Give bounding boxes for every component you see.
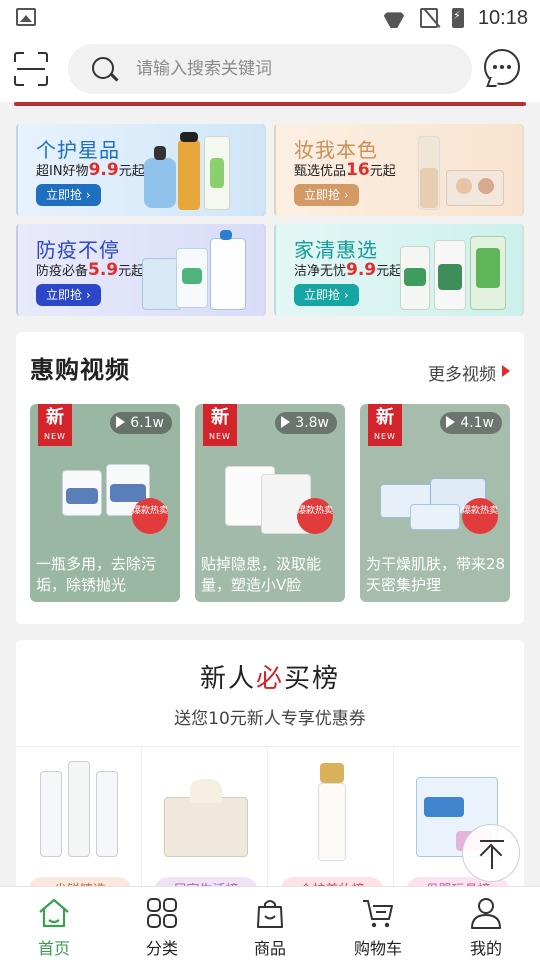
- promo-title: 个护星品: [36, 138, 120, 162]
- tab-home[interactable]: 首页: [0, 887, 108, 960]
- header: [0, 36, 540, 102]
- home-icon: [39, 898, 69, 928]
- arrow-right-icon: [502, 365, 510, 377]
- product-image: [400, 228, 510, 312]
- section-title: 惠购视频: [30, 356, 130, 384]
- tab-label: 商品: [253, 939, 286, 958]
- play-icon: [281, 416, 291, 428]
- bottom-tab-bar: 首页 分类 商品 购物车 我的: [0, 886, 540, 960]
- message-icon[interactable]: [484, 49, 520, 85]
- view-count: 6.1w: [110, 412, 172, 434]
- tab-category[interactable]: 分类: [108, 887, 216, 960]
- promo-tile-makeup[interactable]: 妆我本色 甄选优品16元起 立即抢: [274, 124, 524, 216]
- search-icon: [92, 57, 114, 79]
- promo-title: 妆我本色: [294, 138, 378, 162]
- tab-label: 购物车: [353, 939, 402, 958]
- buy-now-button[interactable]: 立即抢: [36, 284, 101, 306]
- video-card[interactable]: 新 NEW 4.1w 爆款热卖 为干燥肌肤，带来28天密集护理: [360, 404, 510, 602]
- promo-subtitle: 防疫必备5.9元起: [36, 260, 145, 280]
- video-section: 惠购视频 更多视频 新 NEW 6.1w 爆款热卖 一瓶多用，去除污垢，除锈抛光 …: [16, 332, 524, 624]
- buy-now-button[interactable]: 立即抢: [36, 184, 101, 206]
- video-caption: 贴掉隐患，汲取能量，塑造小V脸: [201, 555, 322, 594]
- tab-label: 分类: [145, 939, 178, 958]
- buy-now-button[interactable]: 立即抢: [294, 184, 359, 206]
- tab-label: 首页: [37, 939, 70, 958]
- cart-icon: [363, 900, 393, 928]
- category-icon: [147, 898, 177, 928]
- product-image: [142, 228, 252, 312]
- hot-sale-badge: 爆款热卖: [132, 498, 168, 534]
- back-to-top-button[interactable]: [462, 824, 520, 882]
- product-image: [400, 128, 510, 212]
- video-caption: 一瓶多用，去除污垢，除锈抛光: [36, 555, 157, 594]
- search-bar[interactable]: [68, 44, 472, 94]
- no-sim-icon: [419, 8, 438, 28]
- tab-cart[interactable]: 购物车: [324, 887, 432, 960]
- tab-products[interactable]: 商品: [216, 887, 324, 960]
- video-caption: 为干燥肌肤，带来28天密集护理: [366, 555, 506, 594]
- tab-label: 我的: [469, 939, 502, 958]
- promo-tile-home-cleaning[interactable]: 家清惠选 洁净无忧9.9元起 立即抢: [274, 224, 524, 316]
- scan-icon[interactable]: [14, 52, 48, 86]
- promo-subtitle: 甄选优品16元起: [294, 160, 396, 180]
- video-card[interactable]: 新 NEW 6.1w 爆款热卖 一瓶多用，去除污垢，除锈抛光: [30, 404, 180, 602]
- hot-sale-badge: 爆款热卖: [297, 498, 333, 534]
- status-bar: 10:18: [0, 0, 540, 36]
- product-image: [34, 757, 124, 867]
- more-videos-link[interactable]: 更多视频: [428, 360, 496, 385]
- bag-icon: [257, 900, 283, 928]
- view-count: 3.8w: [275, 412, 337, 434]
- product-image: [142, 128, 252, 212]
- header-divider: [14, 102, 526, 106]
- promo-title: 防疫不停: [36, 238, 120, 262]
- play-icon: [116, 416, 126, 428]
- promo-tile-personal-care[interactable]: 个护星品 超IN好物9.9元起 立即抢: [16, 124, 266, 216]
- section-title: 新人必买榜: [199, 664, 341, 694]
- battery-charging-icon: [451, 8, 464, 28]
- user-icon: [471, 898, 501, 929]
- wifi-icon: [382, 8, 406, 28]
- play-icon: [446, 416, 456, 428]
- new-badge: 新 NEW: [368, 404, 402, 446]
- product-image: [286, 757, 376, 867]
- gallery-icon: [16, 8, 36, 26]
- new-badge: 新 NEW: [203, 404, 237, 446]
- video-card[interactable]: 新 NEW 3.8w 爆款热卖 贴掉隐患，汲取能量，塑造小V脸: [195, 404, 345, 602]
- coupon-subtitle[interactable]: 送您10元新人专享优惠券: [16, 704, 524, 729]
- new-badge: 新 NEW: [38, 404, 72, 446]
- hot-sale-badge: 爆款热卖: [462, 498, 498, 534]
- promo-tile-epidemic[interactable]: 防疫不停 防疫必备5.9元起 立即抢: [16, 224, 266, 316]
- tab-mine[interactable]: 我的: [432, 887, 540, 960]
- view-count: 4.1w: [440, 412, 502, 434]
- product-image: [160, 757, 250, 867]
- promo-subtitle: 超IN好物9.9元起: [36, 160, 145, 180]
- promo-title: 家清惠选: [294, 238, 378, 262]
- status-time: 10:18: [477, 6, 528, 29]
- search-input[interactable]: [136, 54, 456, 84]
- promo-subtitle: 洁净无忧9.9元起: [294, 260, 403, 280]
- buy-now-button[interactable]: 立即抢: [294, 284, 359, 306]
